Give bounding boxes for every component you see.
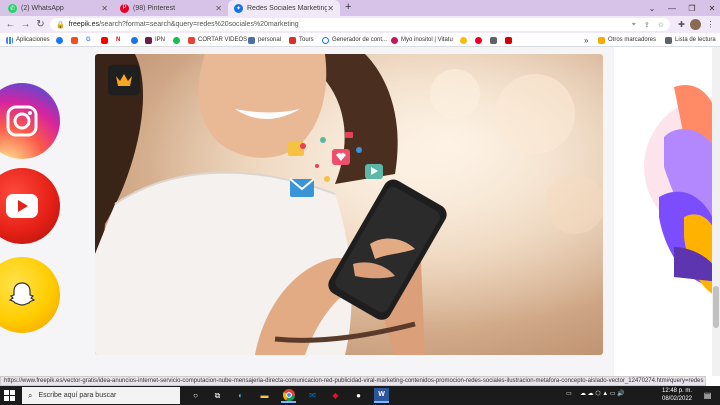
apps-grid-icon <box>6 36 13 44</box>
spotify-icon[interactable] <box>173 35 183 45</box>
extensions-icon[interactable]: ✚ <box>676 19 687 30</box>
close-icon[interactable]: ✕ <box>215 4 222 13</box>
red-app-icon[interactable]: ◆ <box>328 388 343 403</box>
facebook-icon[interactable] <box>56 35 66 45</box>
close-icon[interactable]: ✕ <box>327 4 334 13</box>
ipn-icon <box>145 36 152 44</box>
github-icon[interactable]: ● <box>351 388 366 403</box>
google-icon[interactable]: G <box>86 35 91 45</box>
w-site-icon[interactable] <box>490 35 500 45</box>
tab-label: (2) WhatsApp <box>21 4 64 12</box>
bookmark-ipn[interactable]: IPN <box>145 35 165 45</box>
edge-icon[interactable]: ◐ <box>233 388 248 403</box>
c-site-icon[interactable] <box>131 35 141 45</box>
snapchat-icon <box>0 257 60 333</box>
folder-icon <box>248 36 255 44</box>
stock-photo-woman-phone[interactable] <box>95 54 603 355</box>
link-status-bar: https://www.freepik.es/vector-gratis/ide… <box>0 376 706 386</box>
freepik-icon: ✦ <box>234 3 243 13</box>
address-path: /search?format=search&query=redes%20soci… <box>99 21 299 28</box>
share-icon[interactable]: ⇪ <box>644 21 650 29</box>
windows-taskbar: ⌕ Escribe aquí para buscar ○ ⧉ ◐ ▬ ✉ ◆ ●… <box>0 386 720 405</box>
menu-icon[interactable]: ⋮ <box>705 19 716 30</box>
reading-list-icon <box>665 36 672 44</box>
taskbar-search-input[interactable]: ⌕ Escribe aquí para buscar <box>22 387 180 404</box>
tray-app-icon[interactable]: ▭ <box>566 390 572 397</box>
premium-crown-icon <box>108 65 140 95</box>
video-icon <box>188 36 195 44</box>
lock-icon[interactable]: 🔒 <box>56 21 65 29</box>
bookmark-star-icon[interactable]: ☆ <box>658 21 664 29</box>
task-view-icon[interactable]: ⧉ <box>210 388 225 403</box>
chrome-icon[interactable] <box>281 388 296 403</box>
close-icon[interactable]: ✕ <box>101 4 108 13</box>
myo-icon <box>391 36 398 44</box>
scrollbar-thumb[interactable] <box>713 286 719 328</box>
close-window-icon[interactable]: ✕ <box>700 0 720 16</box>
generator-icon <box>322 36 329 44</box>
reading-list[interactable]: Lista de lectura <box>665 35 716 45</box>
bookmark-myo-inositol[interactable]: Myo inositol | Vitatu <box>391 35 453 45</box>
file-explorer-icon[interactable]: ▬ <box>257 388 272 403</box>
bookmark-apps[interactable]: Aplicaciones <box>6 35 50 45</box>
profile-avatar[interactable] <box>690 19 701 30</box>
bookmarks-bar: Aplicaciones G N IPN CORTAR VIDEOS perso… <box>0 33 720 47</box>
cortana-icon[interactable]: ○ <box>188 388 203 403</box>
windows-start-icon[interactable] <box>4 390 15 401</box>
forward-icon[interactable]: → <box>19 18 32 31</box>
search-icon: ⌕ <box>28 390 33 400</box>
whatsapp-icon: ✆ <box>8 3 17 13</box>
word-icon[interactable]: W <box>374 388 389 403</box>
tab-freepik[interactable]: ✦ Redes Sociales Marketing | Fotos ✕ <box>228 0 340 16</box>
notifications-icon[interactable]: ▤ <box>700 388 715 403</box>
tours-icon <box>289 36 296 44</box>
address-domain: freepik.es <box>68 21 100 28</box>
netflix-icon[interactable]: N <box>116 35 120 45</box>
mail-icon[interactable]: ✉ <box>305 388 320 403</box>
youtube-bookmark-icon[interactable] <box>101 35 111 45</box>
browser-toolbar: ← → ↻ 🔒 freepik.es /search?format=search… <box>0 16 720 33</box>
pinterest-bookmark-icon[interactable] <box>475 35 485 45</box>
back-icon[interactable]: ← <box>4 18 17 31</box>
new-tab-button[interactable]: + <box>345 1 351 13</box>
address-bar[interactable]: 🔒 freepik.es /search?format=search&query… <box>50 18 670 31</box>
left-illustration-strip <box>0 47 80 376</box>
office-icon[interactable] <box>71 35 81 45</box>
reload-icon[interactable]: ↻ <box>34 18 47 31</box>
tab-pinterest[interactable]: P (98) Pinterest ✕ <box>114 0 228 16</box>
youtube-icon <box>0 168 60 244</box>
bookmark-personal[interactable]: personal <box>248 35 281 45</box>
page-content <box>0 47 720 376</box>
instagram-icon <box>0 83 60 159</box>
tray-icons[interactable]: ☁ ☁ ⬡ ▲ ▭ 🔊 <box>580 390 625 397</box>
heart-bookmark-icon[interactable] <box>505 35 515 45</box>
pinterest-icon: P <box>120 3 129 13</box>
tab-label: (98) Pinterest <box>133 4 176 12</box>
tab-label: Redes Sociales Marketing | Fotos <box>247 4 328 12</box>
tab-whatsapp[interactable]: ✆ (2) WhatsApp ✕ <box>2 0 114 16</box>
bookmark-tours[interactable]: Tours <box>289 35 314 45</box>
g-circle-icon[interactable] <box>460 35 470 45</box>
bookmark-cortar-videos[interactable]: CORTAR VIDEOS <box>188 35 247 45</box>
more-bookmarks-button[interactable]: » <box>584 35 588 45</box>
bookmark-generador[interactable]: Generador de cont... <box>322 35 387 45</box>
right-illustration-card <box>614 47 720 376</box>
folder-icon <box>598 36 605 44</box>
tab-strip: ✆ (2) WhatsApp ✕ P (98) Pinterest ✕ ✦ Re… <box>0 0 720 16</box>
translate-icon[interactable]: ⌖ <box>632 21 636 29</box>
bookmark-other[interactable]: Otros marcadores <box>598 35 656 45</box>
taskbar-clock[interactable]: 12:48 p. m. 08/02/2022 <box>660 387 694 403</box>
